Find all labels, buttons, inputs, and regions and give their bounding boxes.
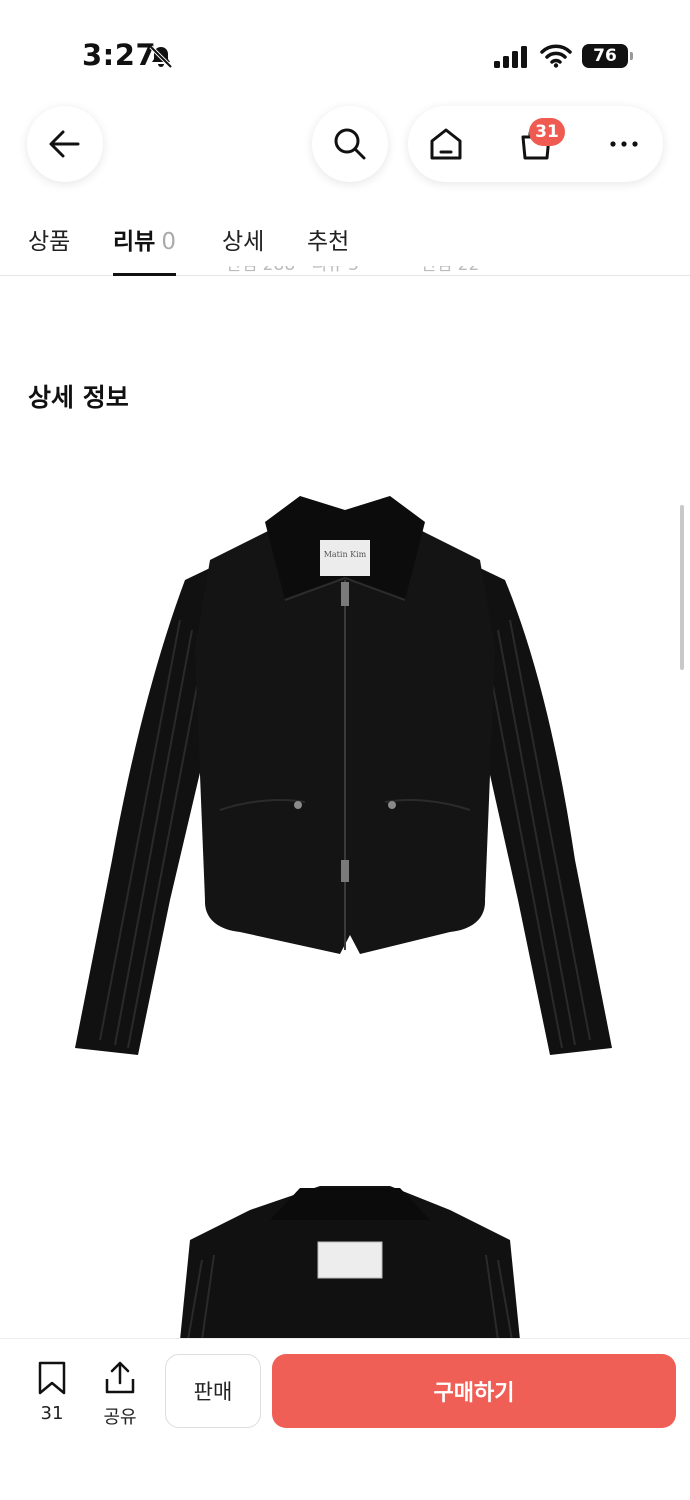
product-image-back[interactable]	[150, 1180, 550, 1340]
status-bar: 3:27 76	[0, 0, 690, 100]
wifi-icon	[540, 44, 572, 68]
battery-icon: 76	[582, 44, 633, 68]
faded-stats-right: 관심 22	[421, 266, 479, 276]
faded-stats-left: 관심 288 · 리뷰 3	[226, 266, 359, 276]
share-button[interactable]: 공유	[94, 1361, 146, 1431]
bookmark-icon	[38, 1361, 66, 1395]
cart-count-badge: 31	[529, 118, 565, 146]
sell-button[interactable]: 판매	[165, 1354, 261, 1428]
back-button[interactable]	[27, 106, 103, 182]
scrollbar[interactable]	[680, 505, 684, 670]
share-label: 공유	[103, 1407, 137, 1428]
section-title: 상세 정보	[28, 383, 129, 412]
tab-label: 상품	[28, 229, 71, 255]
bookmark-count: 31	[40, 1403, 64, 1424]
home-button[interactable]	[408, 106, 484, 182]
buy-button[interactable]: 구매하기	[272, 1354, 676, 1428]
product-image-front[interactable]: Matin Kim	[60, 480, 630, 1080]
home-icon	[430, 128, 462, 160]
signal-icon	[494, 46, 527, 68]
tab-product[interactable]: 상품	[28, 222, 70, 276]
share-icon	[105, 1361, 135, 1394]
bookmark-button[interactable]: 31	[26, 1361, 78, 1431]
tab-bar: 상품 리뷰 0 상세 추천	[0, 200, 690, 276]
product-detail-page: 3:27 76 31 상품 리뷰 0 상세 추천 상세 정보 Matin Kim…	[0, 0, 690, 1500]
tab-label: 상세	[222, 229, 265, 255]
bell-off-icon	[149, 45, 173, 69]
more-button[interactable]	[586, 106, 662, 182]
back-arrow-icon	[49, 130, 80, 158]
tab-label: 리뷰	[113, 229, 156, 255]
tab-review[interactable]: 리뷰 0	[113, 222, 176, 276]
search-button[interactable]	[312, 106, 388, 182]
bottom-action-bar: 31 공유 판매 구매하기	[0, 1338, 690, 1500]
tab-label: 추천	[307, 229, 350, 255]
review-count: 0	[161, 229, 176, 255]
more-icon	[610, 141, 638, 147]
search-icon	[334, 128, 366, 160]
status-time: 3:27	[82, 38, 157, 72]
garment-label-text: Matin Kim	[324, 550, 367, 559]
